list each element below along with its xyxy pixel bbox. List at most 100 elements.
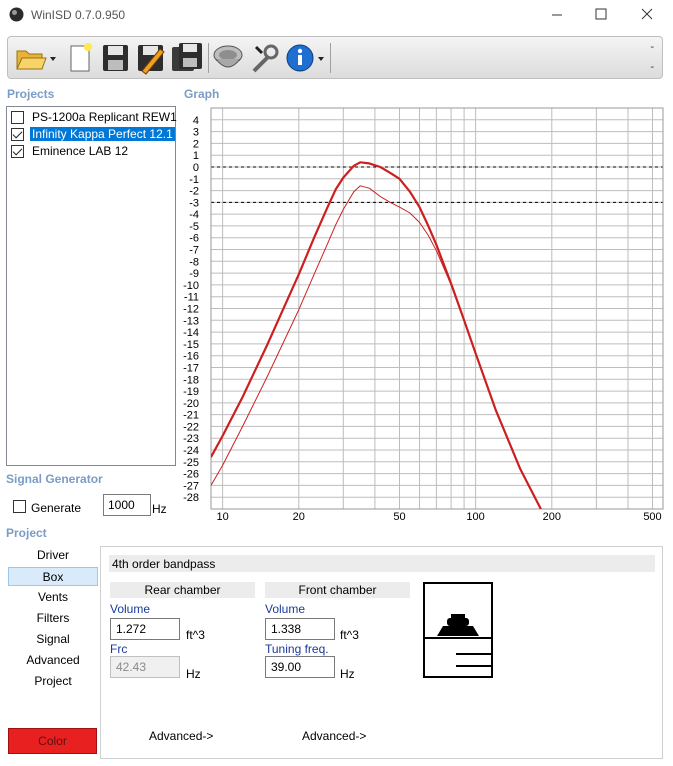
project-item[interactable]: Infinity Kappa Perfect 12.1 [7, 126, 175, 143]
toolbar-separator [208, 43, 209, 73]
new-document-icon [70, 43, 92, 72]
graph-area[interactable]: 4 3 2 1 0 -1 -2 -3 -4 -5 -6 -7 -8 -9 -10 -11 -12 -13 -14 -1… [180, 100, 670, 530]
front-volume-input[interactable]: 1.338 [265, 618, 335, 640]
y-tick-label: -21 [183, 410, 199, 422]
y-tick-label: -20 [183, 398, 199, 410]
app-icon [9, 7, 24, 22]
y-tick-label: 3 [193, 127, 199, 139]
front-chamber-header: Front chamber [265, 582, 410, 598]
y-tick-label: -4 [189, 209, 199, 221]
y-tick-label: -24 [183, 445, 199, 457]
nav-box[interactable]: Box [8, 567, 98, 586]
save-all-button[interactable] [170, 41, 202, 75]
x-tick-label: 100 [466, 511, 484, 523]
y-tick-label: 4 [193, 115, 199, 127]
y-tick-label: 0 [193, 162, 199, 174]
project-label: Infinity Kappa Perfect 12.1 [30, 127, 175, 141]
open-button[interactable] [14, 41, 58, 75]
y-tick-label: -1 [189, 174, 199, 186]
y-tick-label: -2 [189, 186, 199, 198]
y-tick-label: -23 [183, 433, 199, 445]
driver-icon [213, 45, 243, 68]
maximize-button[interactable] [578, 0, 624, 30]
tools-button[interactable] [248, 41, 280, 75]
frequency-unit: Hz [152, 502, 167, 516]
front-tuning-input[interactable]: 39.00 [265, 656, 335, 678]
info-icon [286, 44, 324, 72]
y-tick-label: -15 [183, 339, 199, 351]
toolbar-dash: - [650, 61, 654, 73]
maximize-icon [595, 8, 607, 20]
generate-label: Generate [31, 501, 82, 515]
y-tick-label: -17 [183, 363, 199, 375]
rear-advanced-link[interactable]: Advanced-> [149, 729, 213, 743]
window-title: WinISD 0.7.0.950 [31, 8, 126, 22]
projects-label: Projects [7, 87, 55, 101]
project-label: Eminence LAB 12 [32, 144, 129, 158]
signal-generator-label: Signal Generator [6, 472, 103, 486]
front-tuning-unit: Hz [340, 667, 355, 681]
nav-advanced[interactable]: Advanced [8, 651, 98, 670]
generate-checkbox[interactable] [13, 500, 26, 513]
title-bar: WinISD 0.7.0.950 [0, 0, 673, 30]
tools-icon [252, 44, 279, 73]
save-button[interactable] [99, 41, 131, 75]
y-tick-label: -26 [183, 469, 199, 481]
y-tick-label: -22 [183, 421, 199, 433]
y-tick-label: -11 [184, 292, 199, 304]
y-tick-label: -8 [189, 256, 199, 268]
save-icon [103, 45, 128, 71]
rear-frc-label: Frc [110, 642, 128, 656]
nav-driver[interactable]: Driver [8, 546, 98, 565]
y-tick-label: 2 [193, 138, 199, 150]
y-tick-label: -5 [189, 221, 199, 233]
front-tuning-label: Tuning freq. [265, 642, 329, 656]
y-tick-label: -28 [183, 492, 199, 504]
driver-button[interactable] [212, 41, 244, 75]
y-tick-label: -9 [189, 268, 199, 280]
nav-project[interactable]: Project [8, 672, 98, 691]
y-tick-label: -19 [183, 386, 199, 398]
y-tick-label: -27 [183, 480, 199, 492]
project-item[interactable]: Eminence LAB 12 [7, 143, 175, 160]
info-button[interactable] [284, 41, 328, 75]
graph-label: Graph [184, 87, 220, 101]
rear-frc-input: 42.43 [110, 656, 180, 678]
project-checkbox[interactable] [11, 128, 24, 141]
box-panel: 4th order bandpass Rear chamber Volume 1… [100, 546, 663, 759]
y-tick-label: -3 [189, 197, 199, 209]
x-tick-label: 200 [543, 511, 561, 523]
project-section-label: Project [6, 526, 47, 540]
y-tick-label: -18 [183, 374, 199, 386]
color-button[interactable]: Color [8, 728, 97, 754]
x-tick-label: 10 [216, 511, 228, 523]
front-advanced-link[interactable]: Advanced-> [302, 729, 366, 743]
x-tick-label: 500 [643, 511, 661, 523]
projects-list: PS-1200a Replicant REW1 Infinity Kappa P… [6, 106, 177, 466]
minimize-icon [552, 14, 562, 16]
y-tick-label: -7 [189, 245, 199, 257]
edit-button[interactable] [134, 41, 166, 75]
rear-volume-input[interactable]: 1.272 [110, 618, 180, 640]
nav-filters[interactable]: Filters [8, 609, 98, 628]
close-button[interactable] [624, 0, 670, 30]
y-tick-label: -25 [183, 457, 199, 469]
minimize-button[interactable] [534, 0, 580, 30]
new-button[interactable] [64, 41, 96, 75]
y-tick-label: -16 [183, 351, 199, 363]
nav-vents[interactable]: Vents [8, 588, 98, 607]
front-volume-unit: ft^3 [340, 628, 359, 642]
bandpass-box-diagram [423, 582, 493, 678]
edit-icon [138, 45, 165, 75]
y-tick-label: -14 [183, 327, 199, 339]
nav-signal[interactable]: Signal [8, 630, 98, 649]
front-volume-label: Volume [265, 602, 306, 616]
project-checkbox[interactable] [11, 111, 24, 124]
project-checkbox[interactable] [11, 145, 24, 158]
frequency-input[interactable]: 1000 [103, 494, 151, 516]
project-item[interactable]: PS-1200a Replicant REW1 [7, 109, 177, 126]
close-icon [641, 8, 653, 20]
toolbar-dash: - [650, 41, 654, 53]
frequency-response-chart[interactable]: 43210-1-2-3-4-5-6-7-8-9-10-11-12-13-14-1… [180, 100, 670, 530]
x-tick-label: 20 [293, 511, 305, 523]
